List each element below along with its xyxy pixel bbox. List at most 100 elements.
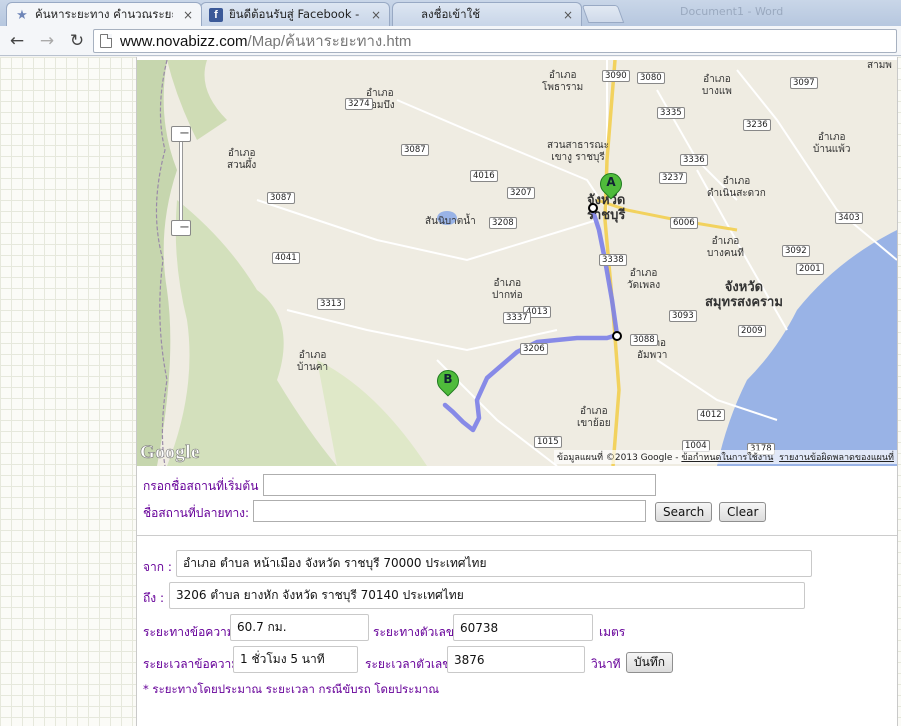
search-button[interactable]: Search [655,502,713,522]
distance-number-field[interactable] [453,614,593,641]
road-shield: 6006 [670,217,698,229]
place-label: อำเภอ บ้านคา [297,350,329,373]
google-logo[interactable]: Google [140,442,200,464]
url-text: www.novabizz.com/Map/ค้นหาระยะทาง.htm [120,33,412,50]
road-shield: 3087 [401,144,429,156]
road-shield: 1015 [534,436,562,448]
place-label: อำเภอ สวนผึ้ง [227,148,257,171]
road-shield: 3093 [669,310,697,322]
road-shield: 3097 [790,77,818,89]
marker-a[interactable]: A [595,168,627,207]
place-label: อำเภอ บ้านแพ้ว [813,132,851,155]
road-shield: 2001 [796,263,824,275]
waypoint-handle[interactable] [612,331,622,341]
search-form: กรอกชื่อสถานที่เริ่มต้น : ชื่อสถานที่ปลา… [137,467,897,726]
place-label: สันนิบาตน้ำ [425,216,476,227]
new-tab-button[interactable] [581,5,625,23]
tab-facebook[interactable]: f ยินดีต้อนรับสู่ Facebook - เข้ × [200,2,390,26]
road-shield: 3274 [345,98,373,110]
forward-arrow-icon[interactable]: → [34,28,60,54]
distance-text-field[interactable] [230,614,369,641]
road-shield: 3236 [743,119,771,131]
tab-signin[interactable]: ลงชื่อเข้าใช้ × [392,2,582,26]
zoom-control[interactable]: − − [171,120,191,244]
end-location-input[interactable] [253,500,646,522]
reload-icon[interactable]: ↻ [64,28,90,54]
time-unit: วินาที [591,657,621,671]
marker-b[interactable]: B [432,365,464,404]
tab-distance-search[interactable]: ★ ค้นหาระยะทาง คำนวณระยะทาง × [6,2,202,26]
road-shield: 4016 [470,170,498,182]
time-number-field[interactable] [447,646,585,673]
time-text-label: ระยะเวลาข้อความ [143,657,240,671]
place-label: อำเภอ บางคนที [707,236,744,259]
forest-area [167,200,337,466]
waypoint-handle[interactable] [588,203,598,213]
place-label: สามพ [867,60,892,71]
road-shield: 3313 [317,298,345,310]
road-shield: 3090 [602,70,630,82]
place-label: อำเภอ เขาย้อย [577,406,611,429]
place-label: อำเภอ โพธาราม [542,70,584,93]
route-map[interactable]: อำเภอ โพธาราม อำเภอ จอมบึง อำเภอ บางแพ สวนสาธา… [137,60,897,466]
zoom-minus-button[interactable]: − [171,220,191,236]
place-label: อำเภอ บางแพ [702,74,732,97]
address-bar[interactable]: www.novabizz.com/Map/ค้นหาระยะทาง.htm [93,29,897,53]
divider [137,535,897,536]
place-label: สวนสาธารณะ เขางู ราชบุรี [547,140,610,163]
road-shield: 3092 [782,245,810,257]
content-panel: อำเภอ โพธาราม อำเภอ จอมบึง อำเภอ บางแพ สวนสาธา… [136,57,898,726]
road-shield: 2009 [738,325,766,337]
road-shield: 3337 [503,312,531,324]
distance-text-label: ระยะทางข้อความ [143,625,235,639]
road-shield: 3206 [520,343,548,355]
road-shield: 3208 [489,217,517,229]
start-label: กรอกชื่อสถานที่เริ่มต้น : [143,479,267,493]
road-shield: 3088 [630,334,658,346]
from-address-field[interactable] [176,550,812,577]
road-shield: 4012 [697,409,725,421]
place-label: อำเภอ ปากท่อ [492,278,523,301]
close-icon[interactable]: × [563,8,573,22]
back-arrow-icon[interactable]: ← [4,28,30,54]
zoom-minus-top-button[interactable]: − [171,126,191,142]
road-shield: 3087 [267,192,295,204]
distance-unit: เมตร [599,625,626,639]
road-shield: 3335 [657,107,685,119]
to-address-field[interactable] [169,582,805,609]
page-background: อำเภอ โพธาราม อำเภอ จอมบึง อำเภอ บางแพ สวนสาธา… [0,57,901,726]
road-shield: 3207 [507,187,535,199]
road-shield: 3237 [659,172,687,184]
time-text-field[interactable] [233,646,358,673]
zoom-slider-track[interactable] [179,126,183,234]
end-label: ชื่อสถานที่ปลายทาง: [143,506,250,520]
save-button[interactable]: บันทึก [626,652,673,673]
road-shield: 3338 [599,254,627,266]
tab-title: ลงชื่อเข้าใช้ [421,6,481,21]
road-shield: 3336 [680,154,708,166]
report-error-link[interactable]: รายงานข้อผิดพลาดของแผนที่ [779,453,894,463]
tab-title: ยินดีต้อนรับสู่ Facebook - เข้ [229,6,361,21]
close-icon[interactable]: × [183,8,193,22]
star-icon: ★ [16,7,28,23]
road-shield: 4041 [272,252,300,264]
to-label: ถึง : [143,591,164,605]
from-label: จาก : [143,560,172,574]
windows-icon [401,8,415,22]
marker-a-label: A [606,175,616,189]
province-label: จังหวัด สมุทรสงคราม [705,280,783,310]
forest-area [317,360,427,466]
close-icon[interactable]: × [371,8,381,22]
place-label: อำเภอ วัดเพลง [627,268,661,291]
tab-strip: ★ ค้นหาระยะทาง คำนวณระยะทาง × f ยินดีต้อ… [0,0,901,26]
map-attribution: ข้อมูลแผนที่ ©2013 Google - ข้อกำหนดในกา… [553,450,897,464]
estimate-note: * ระยะทางโดยประมาณ ระยะเวลา กรณีขับรถ โด… [143,682,440,696]
start-location-input[interactable] [263,474,656,496]
distance-number-label: ระยะทางตัวเลข [373,625,455,639]
terms-link[interactable]: ข้อกำหนดในการใช้งาน [681,453,773,463]
road-shield: 3403 [835,212,863,224]
marker-b-label: B [443,372,453,386]
map-canvas [137,60,897,466]
clear-button[interactable]: Clear [719,502,767,522]
place-label: อำเภอ ดำเนินสะดวก [707,176,766,199]
